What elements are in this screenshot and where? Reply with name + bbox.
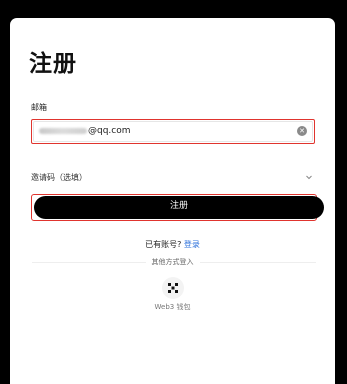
chevron-down-icon[interactable] <box>305 173 313 181</box>
web3-wallet-label: Web3 钱包 <box>154 303 191 311</box>
other-login-text: 其他方式登入 <box>145 258 200 266</box>
submit-highlight: 注册 <box>31 194 324 221</box>
invite-code-label: 邀请码（选填） <box>31 173 87 182</box>
other-login-label: 其他方式登入 <box>10 257 335 267</box>
login-link[interactable]: 登录 <box>184 240 200 249</box>
email-label: 邮箱 <box>31 103 47 112</box>
login-prompt-text: 已有账号? <box>145 240 182 249</box>
invite-code-dropdown[interactable]: 邀请码（选填） <box>31 170 315 186</box>
register-card: 注册 邮箱 @qq.com ✕ 邀请码（选填） 注册 已有账号? 登录 其他方式… <box>10 18 335 384</box>
login-prompt: 已有账号? 登录 <box>10 239 335 250</box>
web3-wallet-icon <box>168 283 178 293</box>
email-redacted-prefix <box>39 128 87 134</box>
email-value[interactable]: @qq.com <box>88 125 131 137</box>
web3-wallet-button[interactable] <box>162 277 184 299</box>
clear-icon[interactable]: ✕ <box>297 126 307 136</box>
register-button[interactable]: 注册 <box>34 196 324 219</box>
page-title: 注册 <box>29 51 77 77</box>
email-field[interactable]: @qq.com ✕ <box>31 119 315 144</box>
